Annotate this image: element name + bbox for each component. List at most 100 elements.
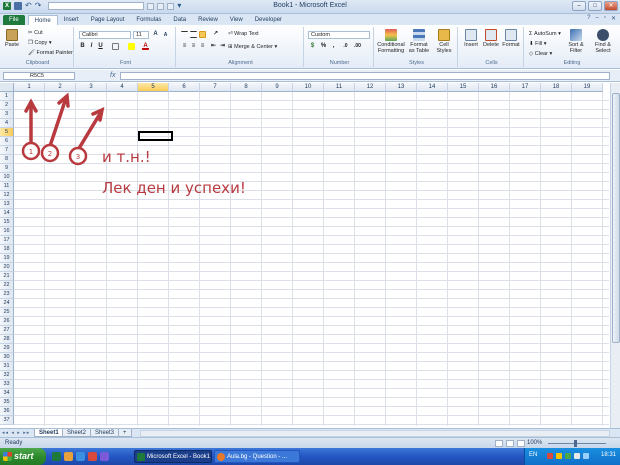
- borders-icon[interactable]: [112, 43, 119, 50]
- cut-button[interactable]: ✂ Cut: [28, 30, 43, 36]
- column-header[interactable]: 12: [355, 83, 386, 92]
- align-middle-icon[interactable]: [190, 31, 197, 38]
- row-header[interactable]: 7: [0, 146, 14, 155]
- cell-styles-button[interactable]: Cell Styles: [433, 29, 455, 54]
- increase-decimal-icon[interactable]: .0: [342, 43, 349, 50]
- tab-data[interactable]: Data: [167, 15, 192, 25]
- row-header[interactable]: 12: [0, 191, 14, 200]
- column-header[interactable]: 5: [138, 83, 169, 92]
- column-header[interactable]: 10: [293, 83, 324, 92]
- font-size-combo[interactable]: 11: [133, 31, 149, 39]
- tab-developer[interactable]: Developer: [249, 15, 288, 25]
- browser-quick-launch-icon[interactable]: [76, 452, 85, 461]
- horizontal-scrollbar[interactable]: [140, 430, 610, 437]
- row-header[interactable]: 19: [0, 254, 14, 263]
- row-header[interactable]: 20: [0, 263, 14, 272]
- row-header[interactable]: 4: [0, 119, 14, 128]
- column-header[interactable]: 4: [107, 83, 138, 92]
- row-header[interactable]: 28: [0, 335, 14, 344]
- formula-input[interactable]: [120, 72, 610, 80]
- row-header[interactable]: 9: [0, 164, 14, 173]
- delete-button[interactable]: Delete: [481, 29, 501, 48]
- column-header[interactable]: 2: [45, 83, 76, 92]
- fill-button[interactable]: ⬇ Fill ▾: [529, 41, 546, 47]
- column-header[interactable]: 14: [417, 83, 448, 92]
- row-header[interactable]: 30: [0, 353, 14, 362]
- vertical-scrollbar[interactable]: [610, 83, 620, 428]
- name-box[interactable]: R5C5: [3, 72, 75, 80]
- row-header[interactable]: 6: [0, 137, 14, 146]
- ribbon-minimize-icon[interactable]: –: [595, 15, 598, 22]
- column-header[interactable]: 16: [479, 83, 510, 92]
- row-header[interactable]: 37: [0, 416, 14, 425]
- increase-indent-icon[interactable]: ⇥: [219, 43, 226, 50]
- row-header[interactable]: 26: [0, 317, 14, 326]
- maximize-button[interactable]: □: [588, 1, 602, 11]
- column-header[interactable]: 6: [169, 83, 200, 92]
- conditional-formatting-button[interactable]: Conditional Formatting: [377, 29, 405, 54]
- row-header[interactable]: 33: [0, 380, 14, 389]
- cell-area[interactable]: [14, 92, 609, 426]
- grow-font-icon[interactable]: A: [152, 31, 159, 38]
- percent-icon[interactable]: %: [320, 43, 327, 50]
- tab-file[interactable]: File: [3, 15, 25, 25]
- page-layout-view-icon[interactable]: [506, 440, 514, 447]
- tab-formulas[interactable]: Formulas: [130, 15, 167, 25]
- row-header[interactable]: 29: [0, 344, 14, 353]
- align-right-icon[interactable]: ≡: [199, 43, 206, 50]
- paste-button[interactable]: Paste: [4, 29, 20, 48]
- align-top-icon[interactable]: [181, 31, 188, 38]
- sheet-tab-2[interactable]: Sheet2: [62, 429, 92, 437]
- insert-button[interactable]: Insert: [461, 29, 481, 48]
- column-header[interactable]: 13: [386, 83, 417, 92]
- column-header[interactable]: 19: [572, 83, 603, 92]
- column-header[interactable]: 18: [541, 83, 572, 92]
- page-break-view-icon[interactable]: [517, 440, 525, 447]
- bold-icon[interactable]: B: [79, 43, 86, 50]
- column-header[interactable]: 17: [510, 83, 541, 92]
- row-header[interactable]: 15: [0, 218, 14, 227]
- tray-icon-3[interactable]: [565, 453, 571, 459]
- sheet-nav-buttons[interactable]: ◂◂ ◂ ▸ ▸▸: [2, 430, 30, 436]
- insert-sheet-icon[interactable]: +: [118, 429, 132, 437]
- row-header[interactable]: 36: [0, 407, 14, 416]
- row-header[interactable]: 2: [0, 101, 14, 110]
- row-header[interactable]: 25: [0, 308, 14, 317]
- normal-view-icon[interactable]: [495, 440, 503, 447]
- align-left-icon[interactable]: ≡: [181, 43, 188, 50]
- vertical-scroll-thumb[interactable]: [612, 93, 620, 343]
- language-indicator[interactable]: EN: [529, 452, 537, 458]
- row-header[interactable]: 23: [0, 290, 14, 299]
- row-header[interactable]: 17: [0, 236, 14, 245]
- app-quick-launch-icon[interactable]: [100, 452, 109, 461]
- autosum-button[interactable]: Σ AutoSum ▾: [529, 31, 561, 37]
- tray-icon-2[interactable]: [556, 453, 562, 459]
- find-select-button[interactable]: Find & Select: [590, 29, 616, 54]
- tray-icon-5[interactable]: [583, 453, 589, 459]
- decrease-indent-icon[interactable]: ⇤: [210, 43, 217, 50]
- row-header[interactable]: 11: [0, 182, 14, 191]
- row-header[interactable]: 21: [0, 272, 14, 281]
- zoom-level[interactable]: 100%: [527, 440, 542, 446]
- tab-view[interactable]: View: [224, 15, 249, 25]
- tab-page-layout[interactable]: Page Layout: [85, 15, 131, 25]
- currency-icon[interactable]: $: [309, 43, 316, 50]
- row-header[interactable]: 18: [0, 245, 14, 254]
- zoom-slider[interactable]: [548, 443, 606, 444]
- explorer-quick-launch-icon[interactable]: [64, 452, 73, 461]
- minimize-button[interactable]: –: [572, 1, 586, 11]
- row-header[interactable]: 8: [0, 155, 14, 164]
- italic-icon[interactable]: I: [88, 43, 95, 50]
- row-header[interactable]: 5: [0, 128, 14, 137]
- zoom-slider-knob[interactable]: [574, 440, 577, 447]
- active-cell[interactable]: [138, 131, 173, 141]
- format-painter-button[interactable]: 🖌 Format Painter: [28, 50, 73, 56]
- tray-icon-4[interactable]: [574, 453, 580, 459]
- align-center-icon[interactable]: ≡: [190, 43, 197, 50]
- format-as-table-button[interactable]: Format as Table: [407, 29, 431, 54]
- format-button[interactable]: Format: [501, 29, 521, 48]
- close-button[interactable]: ✕: [604, 1, 618, 11]
- sheet-tab-1[interactable]: Sheet1: [34, 429, 64, 437]
- select-all-corner[interactable]: [0, 83, 14, 92]
- row-header[interactable]: 16: [0, 227, 14, 236]
